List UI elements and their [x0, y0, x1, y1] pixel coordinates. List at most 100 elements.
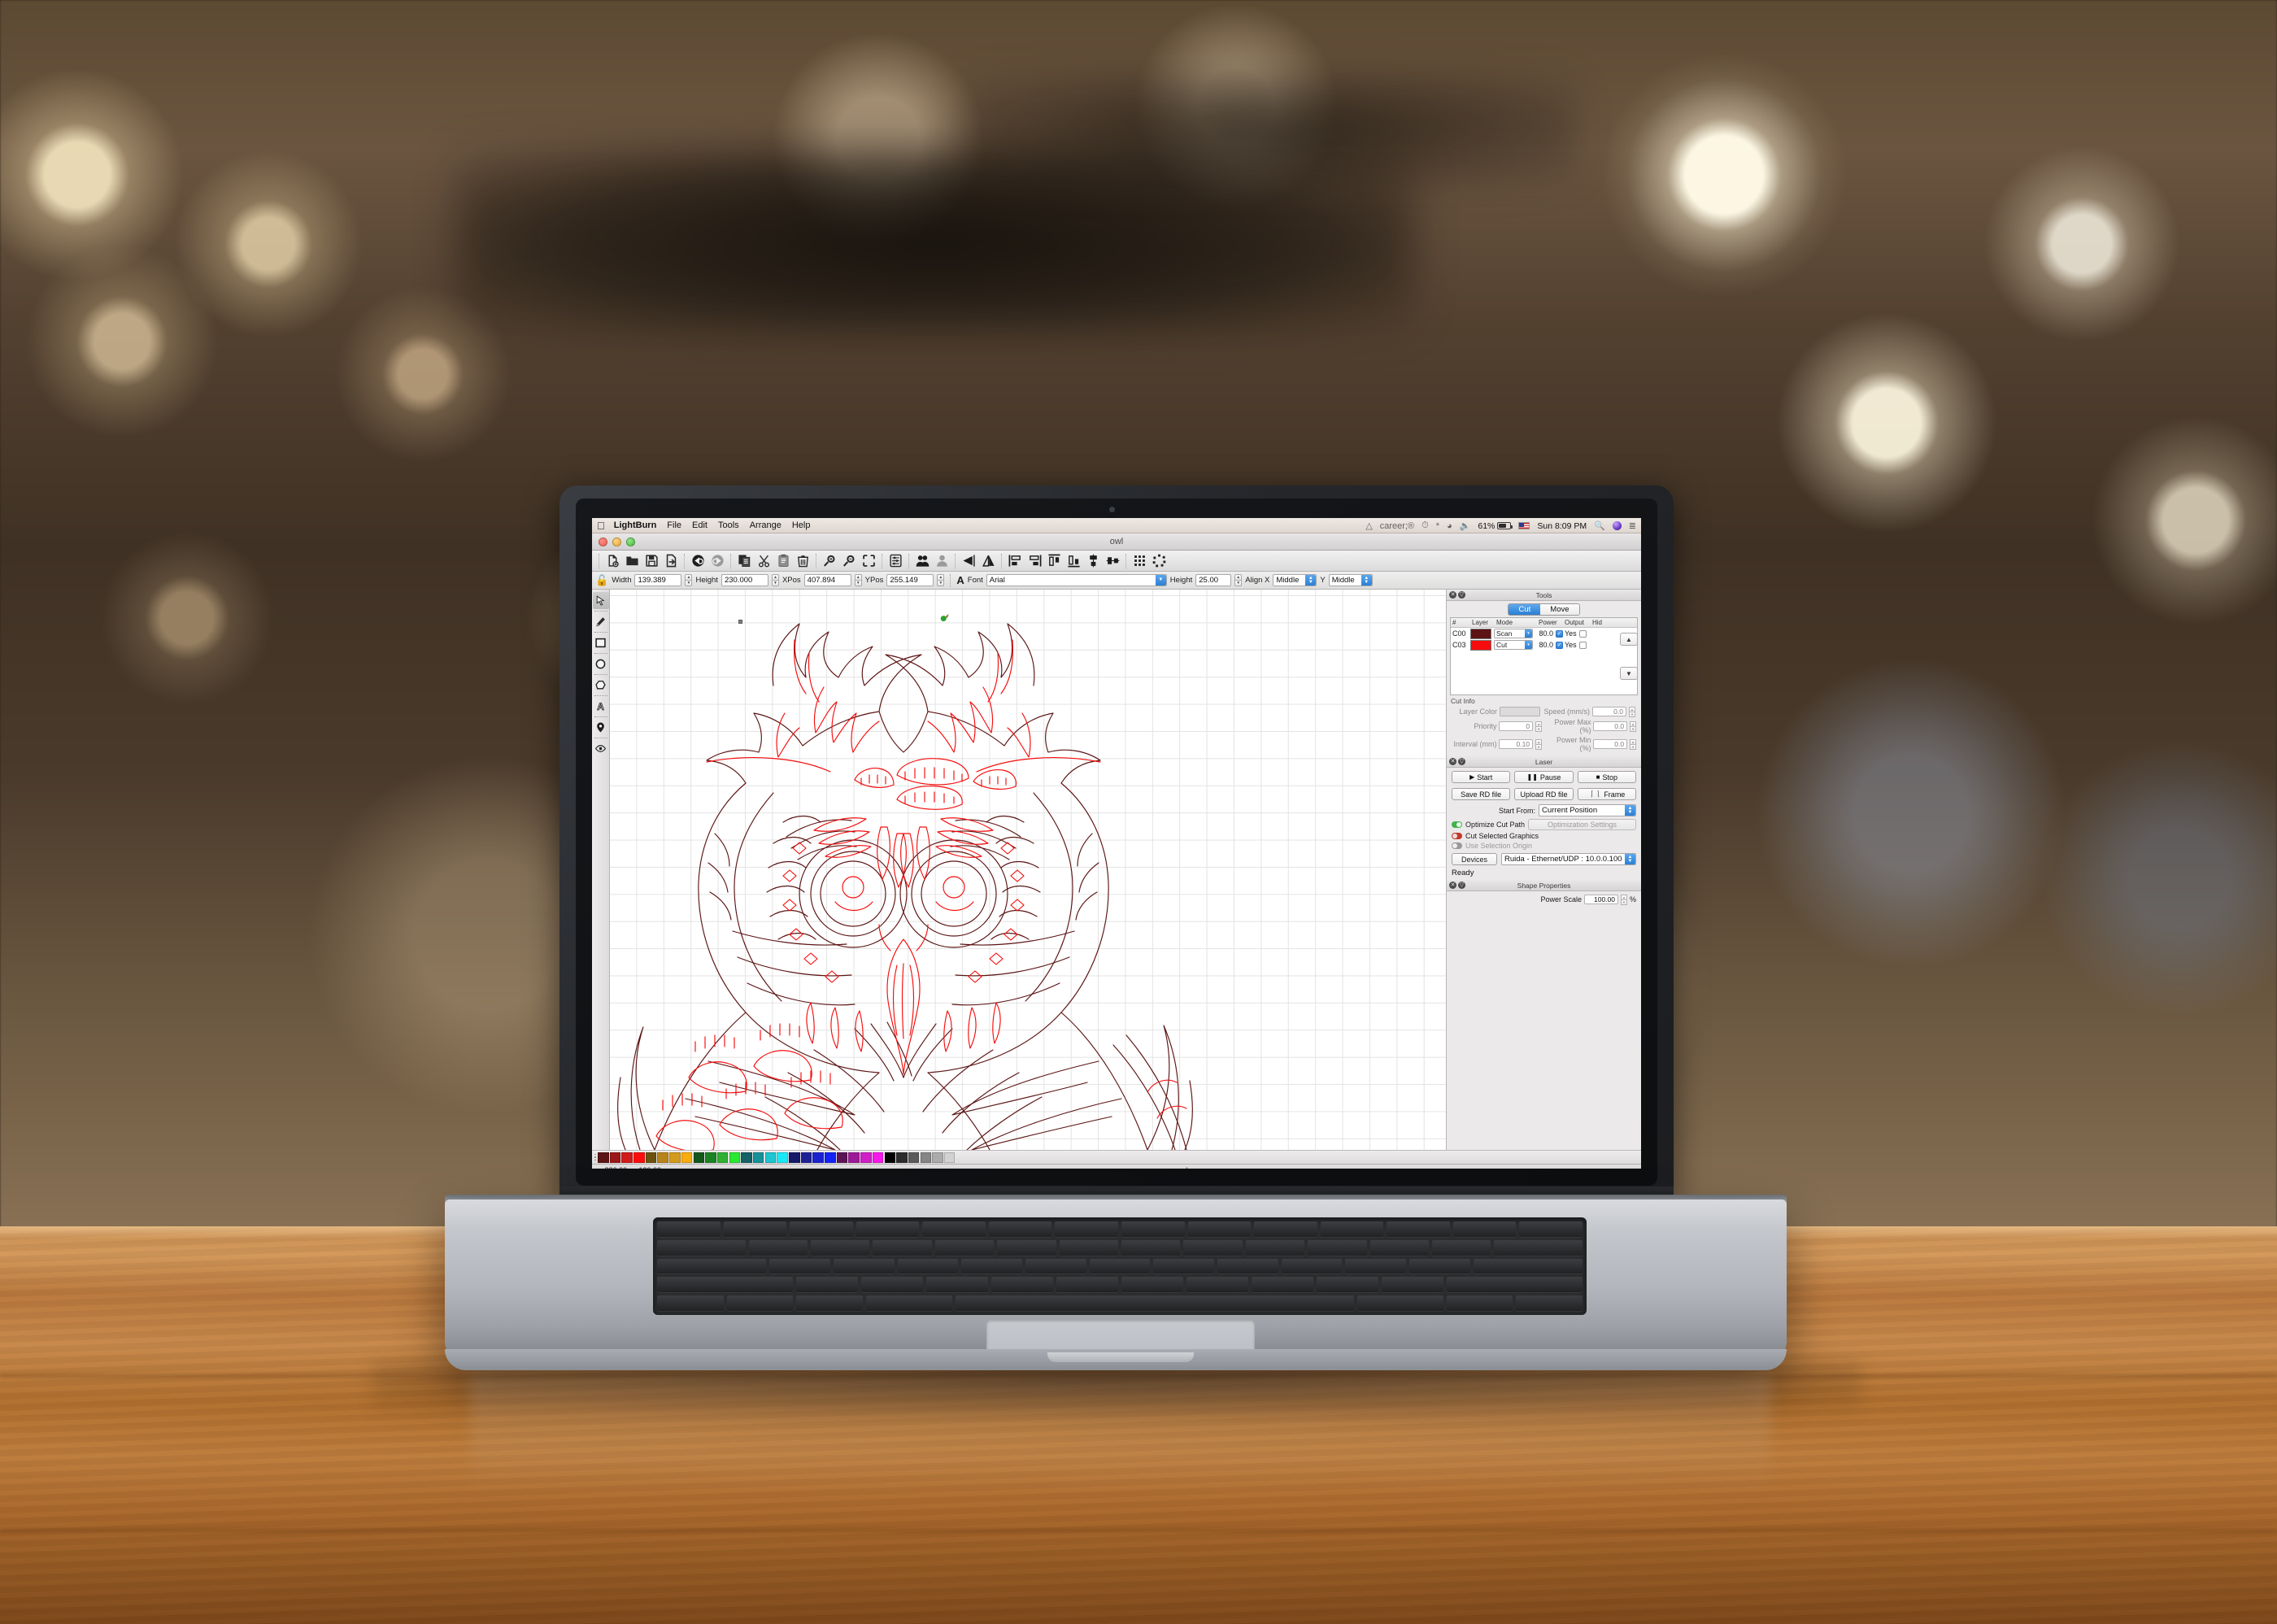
redo-button[interactable]: [707, 551, 727, 571]
apple-logo-icon[interactable]: : [597, 520, 605, 531]
palette-swatch[interactable]: [716, 1152, 729, 1163]
select-tool[interactable]: [592, 592, 609, 609]
updown-chevron-icon[interactable]: ▾: [1525, 629, 1532, 638]
speed-input[interactable]: 0.0: [1592, 707, 1626, 716]
align-center-h-button[interactable]: [1103, 551, 1122, 571]
color-palette[interactable]: [592, 1150, 1641, 1164]
notification-center-icon[interactable]: ≣: [1629, 520, 1636, 531]
palette-swatch[interactable]: [920, 1152, 932, 1163]
pause-button[interactable]: ❚❚ Pause: [1514, 771, 1574, 783]
use-selection-origin-toggle[interactable]: [1452, 842, 1462, 849]
height-stepper[interactable]: ▲ ▼: [771, 574, 779, 586]
palette-swatch[interactable]: [908, 1152, 920, 1163]
interval-stepper[interactable]: ▲ ▼: [1535, 739, 1543, 750]
tab-move[interactable]: Move: [1540, 604, 1579, 615]
volume-icon[interactable]: 🔈: [1460, 520, 1471, 531]
wifi-icon[interactable]: ◕: [1447, 521, 1452, 531]
palette-swatch[interactable]: [860, 1152, 872, 1163]
start-button[interactable]: ▶ Start: [1452, 771, 1511, 783]
layer-hidden-checkbox[interactable]: [1578, 641, 1587, 649]
tab-cut[interactable]: Cut: [1509, 604, 1541, 615]
stop-button[interactable]: ■ Stop: [1577, 771, 1636, 783]
palette-swatch[interactable]: [789, 1152, 800, 1163]
selection-handle[interactable]: [738, 620, 742, 624]
ypos-stepper[interactable]: ▲ ▼: [937, 574, 945, 586]
battery-status[interactable]: 61%: [1478, 521, 1513, 531]
palette-swatch[interactable]: [943, 1152, 956, 1163]
menu-item-arrange[interactable]: Arrange: [750, 520, 781, 530]
chevron-down-icon[interactable]: ▼: [1155, 575, 1166, 586]
width-input[interactable]: 139.389: [634, 574, 682, 586]
width-stepper[interactable]: ▲ ▼: [685, 574, 693, 586]
palette-swatch[interactable]: [800, 1152, 812, 1163]
height-input[interactable]: 230.000: [721, 574, 768, 586]
google-drive-icon[interactable]: △: [1365, 520, 1372, 531]
new-file-button[interactable]: [603, 551, 622, 571]
edit-settings-button[interactable]: [886, 551, 905, 571]
layer-hidden-checkbox[interactable]: [1578, 629, 1587, 638]
zoom-out-button[interactable]: [839, 551, 859, 571]
group-button[interactable]: [912, 551, 932, 571]
window-titlebar[interactable]: owl: [592, 533, 1641, 551]
owl-line-art[interactable]: [610, 590, 1446, 1150]
open-file-button[interactable]: [622, 551, 642, 571]
copy-button[interactable]: [734, 551, 754, 571]
updown-chevron-icon[interactable]: ▲ ▼: [1625, 805, 1635, 816]
palette-swatch[interactable]: [872, 1152, 884, 1163]
chevron-down-icon[interactable]: ▼: [1620, 667, 1638, 680]
palette-swatch[interactable]: [884, 1152, 895, 1163]
updown-chevron-icon[interactable]: ▾: [1525, 641, 1532, 649]
palette-swatch[interactable]: [657, 1152, 668, 1163]
layer-output-checkbox[interactable]: ✓: [1556, 629, 1563, 638]
power-scale-stepper[interactable]: ▲ ▼: [1620, 895, 1627, 905]
pencil-tool[interactable]: [593, 613, 609, 630]
creative-cloud-icon[interactable]: career;®: [1380, 521, 1414, 531]
font-height-stepper[interactable]: ▲ ▼: [1234, 574, 1243, 586]
layer-mode-select[interactable]: Scan ▾: [1494, 629, 1533, 638]
left-tool-palette[interactable]: A: [592, 590, 610, 1150]
time-machine-icon[interactable]: ⏱: [1421, 520, 1429, 531]
unlocked-padlock-icon[interactable]: 🔓: [595, 574, 608, 587]
layer-mode-select[interactable]: Cut ▾: [1494, 640, 1533, 650]
polygon-tool[interactable]: [593, 677, 609, 694]
palette-swatch[interactable]: [633, 1152, 645, 1163]
devices-button[interactable]: Devices: [1452, 853, 1497, 865]
optimize-cut-path-row[interactable]: Optimize Cut Path Optimization Settings: [1447, 818, 1641, 831]
layer-scroll-buttons[interactable]: ▲ ▼: [1620, 633, 1638, 701]
palette-swatch[interactable]: [848, 1152, 860, 1163]
design-canvas[interactable]: [610, 590, 1446, 1150]
align-x-select[interactable]: Middle ▲ ▼: [1273, 574, 1317, 586]
palette-swatch[interactable]: [705, 1152, 716, 1163]
ellipse-tool[interactable]: [593, 655, 609, 673]
zoom-in-button[interactable]: [820, 551, 839, 571]
optimize-cut-path-toggle[interactable]: [1452, 821, 1462, 828]
palette-swatch[interactable]: [621, 1152, 633, 1163]
layer-table[interactable]: # Layer Mode Power Output Hid C00 Scan ▾…: [1450, 617, 1638, 695]
palette-swatch[interactable]: [729, 1152, 741, 1163]
bluetooth-icon[interactable]: *: [1436, 521, 1439, 531]
font-height-input[interactable]: 25.00: [1195, 574, 1232, 586]
device-select[interactable]: Ruida - Ethernet/UDP : 10.0.0.100 ▲ ▼: [1501, 853, 1636, 865]
menu-item-help[interactable]: Help: [792, 520, 811, 530]
mirror-vertical-button[interactable]: [978, 551, 998, 571]
paste-button[interactable]: [773, 551, 793, 571]
power-max-input[interactable]: 0.0: [1593, 721, 1628, 731]
laser-head-icon[interactable]: [939, 612, 951, 626]
siri-icon[interactable]: [1612, 521, 1622, 530]
palette-swatch[interactable]: [609, 1152, 621, 1163]
palette-swatch[interactable]: [896, 1152, 908, 1163]
preview-tool[interactable]: [593, 740, 609, 757]
align-bottom-button[interactable]: [1064, 551, 1083, 571]
priority-stepper[interactable]: ▲ ▼: [1535, 721, 1543, 732]
menu-item-edit[interactable]: Edit: [692, 520, 707, 530]
layer-output-checkbox[interactable]: ✓: [1556, 641, 1563, 649]
cut-selected-graphics-toggle[interactable]: [1452, 833, 1462, 839]
align-right-button[interactable]: [1025, 551, 1044, 571]
start-from-row[interactable]: Start From: Current Position ▲ ▼: [1447, 802, 1641, 818]
export-file-button[interactable]: [661, 551, 681, 571]
ungroup-button[interactable]: [932, 551, 951, 571]
interval-input[interactable]: 0.10: [1499, 739, 1534, 749]
laser-file-buttons[interactable]: Save RD file Upload RD file ⎰⎱ Frame: [1447, 785, 1641, 802]
menu-item-lightburn[interactable]: LightBurn: [614, 520, 657, 530]
align-top-button[interactable]: [1044, 551, 1064, 571]
